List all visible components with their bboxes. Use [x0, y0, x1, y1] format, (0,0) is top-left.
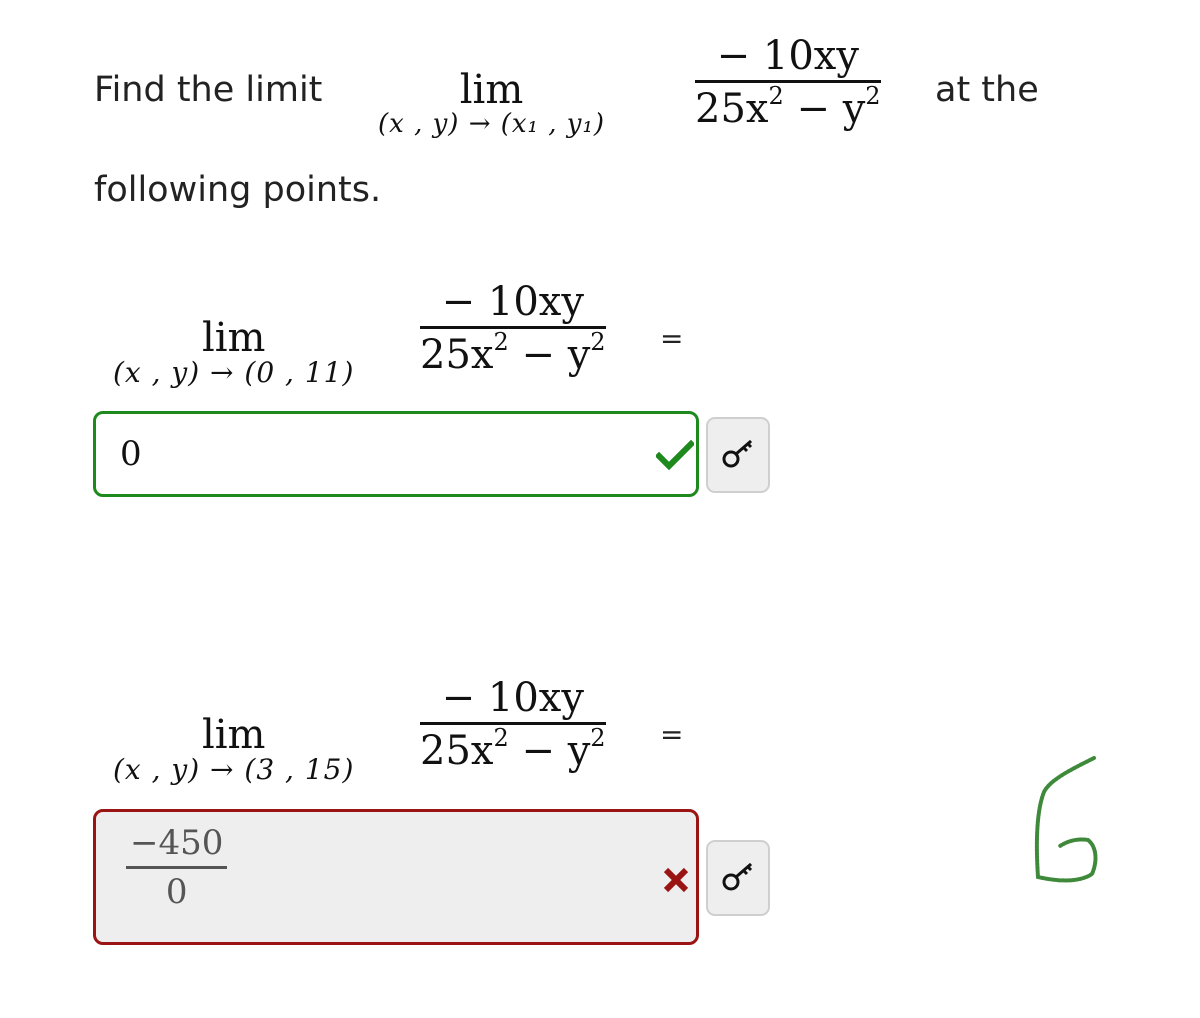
handwritten-annotation	[1020, 752, 1110, 896]
den-exp-2: 2	[590, 724, 606, 752]
den-exp-1: 2	[493, 328, 509, 356]
den-term-a: 25x	[695, 86, 769, 132]
answer-numerator: −450	[130, 823, 224, 863]
den-exp-1: 2	[768, 82, 784, 110]
answer-denominator: 0	[165, 872, 188, 912]
general-limit-operator: lim (x , y) → (x₁ , y₁)	[378, 70, 605, 139]
lim-word: lim	[201, 315, 266, 361]
part2-fraction: − 10xy 25x2 − y2	[420, 678, 606, 771]
part1-limit-operator: lim (x , y) → (0 , 11)	[113, 318, 354, 389]
question-prefix: Find the limit	[94, 70, 323, 110]
key-icon	[720, 435, 756, 475]
part1-fraction: − 10xy 25x2 − y2	[420, 282, 606, 375]
fraction-numerator: − 10xy	[441, 675, 584, 721]
den-exp-1: 2	[493, 724, 509, 752]
part1-equals-sign: =	[660, 322, 684, 355]
key-icon	[720, 858, 756, 898]
part1-limit-point: (x , y) → (0 , 11)	[113, 356, 355, 389]
lim-word: lim	[459, 67, 524, 113]
den-exp-2: 2	[590, 328, 606, 356]
limit-subscript-general: (x , y) → (x₁ , y₁)	[378, 109, 606, 139]
den-term-b: − y	[508, 728, 591, 774]
den-term-b: − y	[508, 332, 591, 378]
general-limit-fraction: − 10xy 25x2 − y2	[695, 36, 881, 129]
part2-answer-key-button[interactable]	[706, 840, 770, 916]
part2-limit-operator: lim (x , y) → (3 , 15)	[113, 715, 354, 786]
den-term-a: 25x	[420, 728, 494, 774]
handwritten-six-icon	[1034, 756, 1098, 883]
part1-answer-value: 0	[120, 434, 142, 474]
lim-word: lim	[201, 712, 266, 758]
part1-answer-input[interactable]: 0	[93, 411, 699, 497]
den-term-b: − y	[783, 86, 866, 132]
fraction-denominator: 25x2 − y2	[695, 83, 881, 129]
part1-answer-key-button[interactable]	[706, 417, 770, 493]
question-line-2: following points.	[94, 170, 382, 210]
den-exp-2: 2	[865, 82, 881, 110]
part2-limit-point: (x , y) → (3 , 15)	[113, 753, 355, 786]
fraction-denominator: 25x2 − y2	[420, 329, 606, 375]
cross-icon	[662, 866, 690, 894]
fraction-denominator: 25x2 − y2	[420, 725, 606, 771]
part2-equals-sign: =	[660, 718, 684, 751]
den-term-a: 25x	[420, 332, 494, 378]
checkmark-icon	[656, 440, 694, 470]
fraction-numerator: − 10xy	[441, 279, 584, 325]
part2-answer-fraction: −450 0	[126, 823, 228, 912]
part2-answer-input[interactable]: −450 0	[93, 809, 699, 945]
question-suffix: at the	[935, 70, 1039, 110]
fraction-numerator: − 10xy	[716, 33, 859, 79]
